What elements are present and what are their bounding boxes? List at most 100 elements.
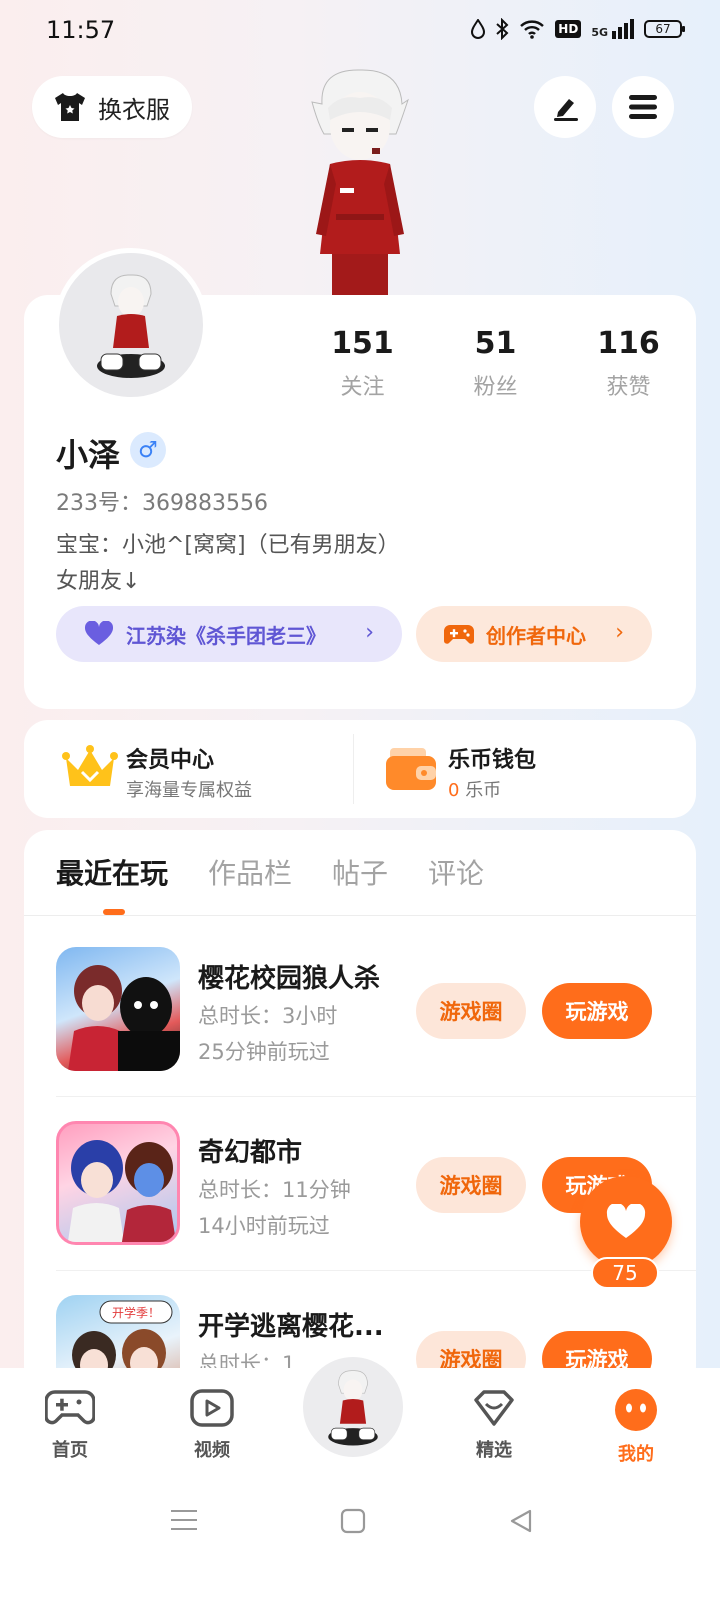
- avatar-figure-small: [328, 1370, 378, 1446]
- nav-home[interactable]: 首页: [30, 1388, 110, 1462]
- stat-value: 51: [474, 326, 517, 361]
- vip-center[interactable]: 会员中心 享海量专属权益: [56, 736, 346, 806]
- tab-recent[interactable]: 最近在玩: [56, 852, 168, 892]
- nav-label: 我的: [618, 1444, 654, 1465]
- menu-icon: [629, 95, 657, 119]
- play-game-button[interactable]: 玩游戏: [542, 983, 652, 1039]
- like-count-badge: 75: [591, 1257, 659, 1289]
- tab-comments[interactable]: 评论: [428, 852, 484, 892]
- game-circle-button[interactable]: 游戏圈: [416, 983, 526, 1039]
- game-circle-button[interactable]: 游戏圈: [416, 1157, 526, 1213]
- tshirt-icon: [55, 93, 85, 121]
- menu-button[interactable]: [612, 76, 674, 138]
- game-name: 奇幻都市: [198, 1138, 303, 1168]
- stat-likes[interactable]: 116 获赞: [562, 326, 695, 401]
- heart-icon: [606, 1204, 646, 1238]
- avatar-3d-figure[interactable]: [300, 64, 420, 300]
- change-outfit-label: 换衣服: [98, 95, 170, 124]
- stat-value: 151: [331, 326, 394, 361]
- game-name: 开学逃离樱花...: [198, 1312, 384, 1342]
- signal-icon: 5G: [591, 19, 634, 39]
- game-last-played: 14小时前玩过: [198, 1214, 330, 1238]
- relationship-tag[interactable]: 江苏染《杀手团老三》 ›: [56, 606, 402, 662]
- gamepad-icon: [44, 1390, 96, 1425]
- nav-featured[interactable]: 精选: [454, 1388, 534, 1462]
- divider: [24, 915, 696, 916]
- vip-subtitle: 享海量专属权益: [126, 780, 252, 801]
- floating-like-button[interactable]: [580, 1176, 672, 1268]
- divider: [353, 734, 354, 804]
- stat-followers[interactable]: 51 粉丝: [429, 326, 562, 401]
- wifi-icon: [520, 20, 545, 39]
- nav-me[interactable]: 我的: [596, 1388, 676, 1466]
- edit-icon: [554, 99, 578, 121]
- video-icon: [190, 1389, 234, 1427]
- profile-stats: 151 关注 51 粉丝 116 获赞: [296, 326, 696, 401]
- system-back-button[interactable]: [508, 1508, 534, 1534]
- nav-label: 视频: [194, 1440, 230, 1461]
- bio-line: 宝宝：小池^[窝窝]（已有男朋友）: [56, 533, 400, 558]
- chevron-right-icon: ›: [615, 620, 624, 645]
- game-thumbnail: 开学季！: [56, 1295, 180, 1368]
- bio: 宝宝：小池^[窝窝]（已有男朋友） 女朋友↓: [56, 528, 400, 600]
- tab-works[interactable]: 作品栏: [208, 852, 292, 892]
- wallet-unit: 乐币: [465, 780, 502, 801]
- thumbnail-banner-text: 开学季！: [112, 1305, 160, 1320]
- male-gender-icon: ♂: [130, 432, 166, 468]
- wallet-balance: 0 乐币: [448, 776, 501, 802]
- back-triangle-icon: [510, 1509, 532, 1533]
- game-thumbnail: [56, 947, 180, 1071]
- wallet-amount: 0: [448, 780, 460, 801]
- creator-center-button[interactable]: 创作者中心 ›: [416, 606, 652, 662]
- vip-title: 会员中心: [126, 748, 215, 773]
- chevron-right-icon: ›: [365, 620, 374, 645]
- crown-icon: [62, 745, 118, 786]
- edit-button[interactable]: [534, 76, 596, 138]
- tab-posts[interactable]: 帖子: [332, 852, 388, 892]
- change-outfit-button[interactable]: 换衣服: [32, 76, 192, 138]
- play-game-button[interactable]: 玩游戏: [542, 1331, 652, 1368]
- status-bar: 11:57 HD 5G 67: [0, 0, 720, 64]
- divider: [56, 1096, 696, 1097]
- battery-icon: 67: [644, 20, 685, 38]
- status-icons: HD 5G 67: [471, 18, 685, 40]
- profile-tabs: 最近在玩 作品栏 帖子 评论: [56, 852, 484, 892]
- bio-line: 女朋友↓: [56, 569, 141, 594]
- game-duration: 总时长：1...: [198, 1352, 316, 1368]
- square-icon: [340, 1508, 366, 1534]
- nav-video[interactable]: 视频: [172, 1388, 252, 1462]
- game-duration: 总时长：11分钟: [198, 1178, 351, 1202]
- status-time: 11:57: [46, 16, 116, 44]
- game-circle-button[interactable]: 游戏圈: [416, 1331, 526, 1368]
- relationship-tag-label: 江苏染《杀手团老三》: [126, 623, 326, 648]
- heart-icon: [84, 621, 114, 645]
- nav-avatar-button[interactable]: [298, 1352, 408, 1462]
- system-menu-button[interactable]: [170, 1508, 198, 1532]
- bluetooth-icon: [496, 18, 509, 40]
- game-row[interactable]: 樱花校园狼人杀 总时长：3小时 25分钟前玩过 游戏圈 玩游戏: [24, 930, 696, 1105]
- gamepad-icon: [444, 625, 474, 644]
- game-duration: 总时长：3小时: [198, 1004, 338, 1028]
- stat-label: 获赞: [606, 375, 651, 400]
- stat-label: 粉丝: [473, 375, 518, 400]
- game-last-played: 25分钟前玩过: [198, 1040, 330, 1064]
- nav-label: 精选: [476, 1440, 512, 1461]
- user-id: 233号：369883556: [56, 491, 268, 516]
- wallet[interactable]: 乐币钱包 0 乐币: [378, 736, 668, 806]
- me-face-icon: [615, 1389, 657, 1431]
- wallet-icon: [386, 748, 436, 790]
- profile-avatar[interactable]: [54, 248, 208, 402]
- stat-label: 关注: [340, 375, 385, 400]
- stat-following[interactable]: 151 关注: [296, 326, 429, 401]
- username: 小泽: [56, 436, 121, 474]
- heart-diamond-icon: [474, 1390, 514, 1426]
- system-home-button[interactable]: [340, 1508, 366, 1534]
- menu-lines-icon: [171, 1510, 197, 1530]
- game-name: 樱花校园狼人杀: [198, 964, 381, 994]
- stat-value: 116: [597, 326, 660, 361]
- hd-badge: HD: [555, 20, 582, 38]
- avatar-figure-small: [97, 274, 165, 378]
- wallet-title: 乐币钱包: [448, 748, 537, 773]
- game-thumbnail: [56, 1121, 180, 1245]
- nav-label: 首页: [52, 1440, 88, 1461]
